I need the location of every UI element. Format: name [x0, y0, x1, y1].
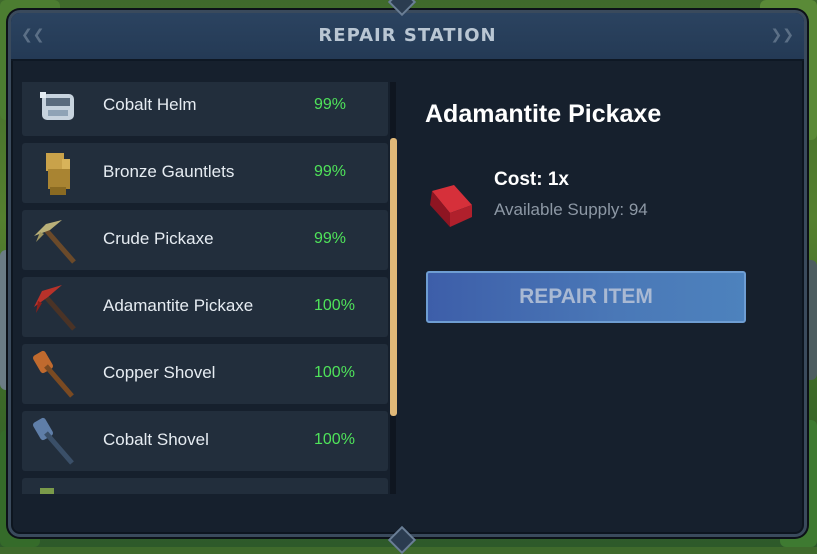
window-title: REPAIR STATION [318, 25, 497, 46]
item-name: Crude Pickaxe [103, 229, 214, 248]
partial-item-icon [40, 488, 54, 494]
item-name: Adamantite Pickaxe [103, 296, 254, 315]
item-condition: 100% [314, 297, 355, 314]
list-item-crude-pickaxe[interactable]: Crude Pickaxe 99% [22, 210, 388, 270]
list-item-cobalt-shovel[interactable]: Cobalt Shovel 100% [22, 411, 388, 471]
item-condition: 99% [314, 96, 347, 113]
cobalt-helm-icon [40, 92, 74, 120]
item-list[interactable]: Cobalt Helm 99% Bronze Gauntlets 99% Cru… [22, 82, 392, 494]
selected-item-title: Adamantite Pickaxe [425, 100, 662, 128]
cobalt-shovel-icon [33, 417, 74, 465]
list-item-copper-shovel[interactable]: Copper Shovel 100% [22, 344, 388, 404]
adamantite-pickaxe-icon [34, 285, 76, 331]
item-condition: 100% [314, 364, 355, 381]
scrollbar-thumb[interactable] [390, 138, 397, 416]
copper-shovel-icon [33, 350, 74, 398]
repair-cost: Cost: 1x [494, 169, 569, 190]
item-name: Cobalt Shovel [103, 430, 209, 449]
item-condition: 100% [314, 431, 355, 448]
crude-pickaxe-icon [34, 220, 76, 264]
adamantite-bar-icon [430, 185, 472, 227]
list-item-cobalt-helm[interactable]: Cobalt Helm 99% [22, 82, 388, 136]
item-name: Cobalt Helm [103, 95, 197, 114]
item-condition: 99% [314, 163, 347, 180]
item-name: Bronze Gauntlets [103, 162, 235, 181]
list-item-adamantite-pickaxe[interactable]: Adamantite Pickaxe 100% [22, 277, 388, 337]
repair-item-button[interactable]: REPAIR ITEM [426, 271, 746, 323]
item-condition: 99% [314, 230, 347, 247]
item-name: Copper Shovel [103, 363, 216, 382]
bronze-gauntlets-icon [46, 153, 70, 195]
available-supply: Available Supply: 94 [494, 200, 648, 219]
list-item-partial[interactable] [22, 478, 388, 494]
list-item-bronze-gauntlets[interactable]: Bronze Gauntlets 99% [22, 143, 388, 203]
window-header: ❮❮ ❯❯ REPAIR STATION [11, 13, 804, 61]
